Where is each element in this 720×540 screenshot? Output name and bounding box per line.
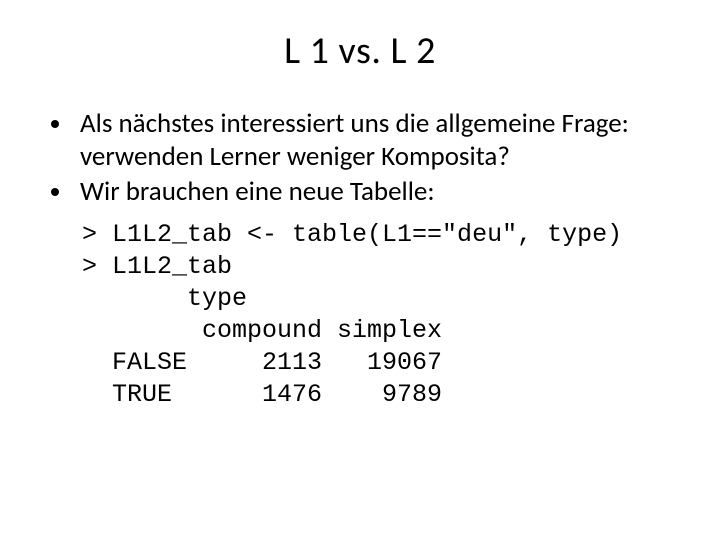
- bullet-item: Als nächstes interessiert uns die allgem…: [74, 108, 672, 174]
- code-line: compound simplex: [82, 316, 442, 345]
- code-line: > L1L2_tab <- table(L1=="deu", type): [82, 220, 622, 249]
- code-line: TRUE 1476 9789: [82, 380, 442, 409]
- code-line: > L1L2_tab: [82, 252, 232, 281]
- code-line: type: [82, 284, 247, 313]
- slide-title: L 1 vs. L 2: [48, 28, 672, 74]
- slide: L 1 vs. L 2 Als nächstes interessiert un…: [0, 0, 720, 540]
- code-block: > L1L2_tab <- table(L1=="deu", type) > L…: [82, 219, 672, 411]
- bullet-list: Als nächstes interessiert uns die allgem…: [48, 108, 672, 209]
- code-line: FALSE 2113 19067: [82, 348, 442, 377]
- bullet-item: Wir brauchen eine neue Tabelle:: [74, 176, 672, 209]
